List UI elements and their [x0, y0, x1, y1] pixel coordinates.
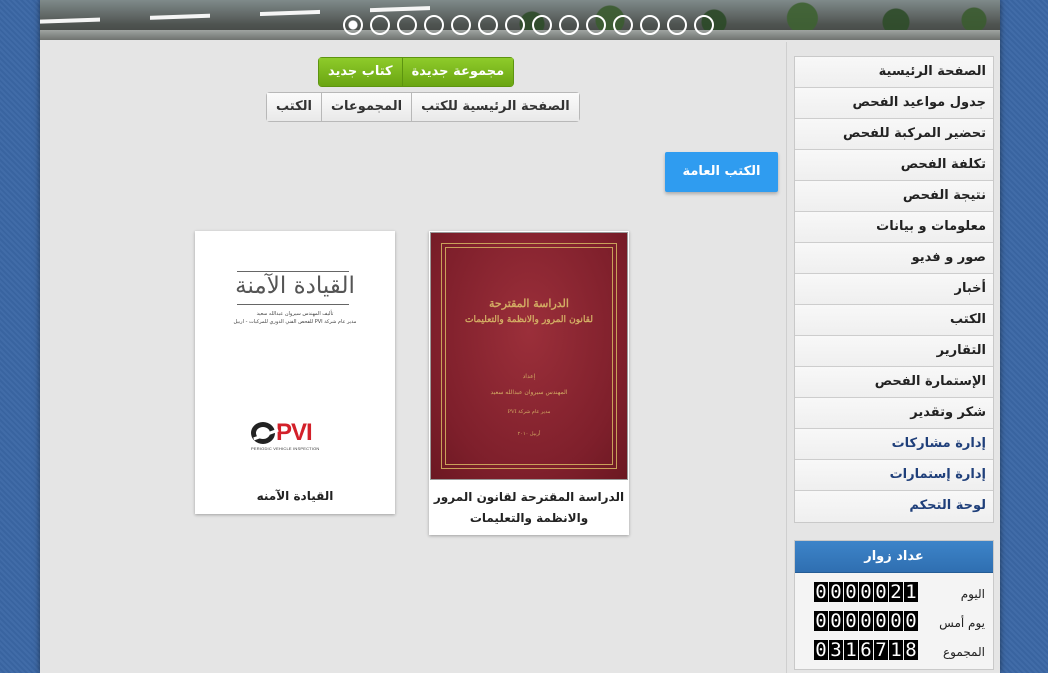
cover-text: تأليف المهندس سيروان عبدالله سعيد	[256, 311, 334, 317]
counter-digit: 0	[859, 610, 873, 632]
cover-rule	[237, 271, 349, 272]
pvi-logo-subtitle: PERIODIC VEHICLE INSPECTION	[251, 446, 320, 451]
visitor-counter-title: عداد زوار	[795, 541, 993, 573]
counter-digit: 0	[814, 581, 828, 603]
slide-dot[interactable]	[397, 15, 417, 35]
slide-dot[interactable]	[694, 15, 714, 35]
counter-digit: 0	[814, 610, 828, 632]
visitor-counter: عداد زوار اليوم 0000021 يوم أمس 0000000 …	[794, 540, 994, 670]
sidebar-item-reports[interactable]: التقارير	[795, 336, 993, 367]
book-cover-image[interactable]: الدراسة المقترحة لقانون المرور والانظمة …	[430, 232, 628, 480]
cover-title: القيادة الآمنة	[235, 273, 355, 299]
sidebar-item-inspection-result[interactable]: نتيجة الفحص	[795, 181, 993, 212]
counter-digit: 0	[874, 581, 888, 603]
cover-text: مدير عام شركة PVI	[507, 409, 551, 415]
sidebar-item-control-panel[interactable]: لوحة التحكم	[795, 491, 993, 522]
counter-digit: 7	[874, 639, 888, 661]
slide-dot[interactable]	[640, 15, 660, 35]
slideshow-pager	[343, 15, 714, 35]
pvi-logo: PVI	[251, 419, 313, 447]
sidebar-item-inspection-schedule[interactable]: جدول مواعيد الفحص	[795, 88, 993, 119]
counter-digit: 3	[829, 639, 843, 661]
counter-digits: 0000000	[814, 611, 918, 631]
groups-button[interactable]: المجموعات	[320, 92, 412, 122]
slide-dot[interactable]	[478, 15, 498, 35]
book-title[interactable]: الدراسة المقترحة لقانون المرور والانظمة …	[429, 487, 629, 529]
pvi-logo-mark	[251, 422, 275, 444]
slide-dot[interactable]	[343, 15, 363, 35]
counter-row-total: المجموع 0316718	[795, 635, 993, 664]
cover-text: مدير عام شركة PVI للفحص الفني الدوري للم…	[233, 319, 357, 325]
counter-label: المجموع	[943, 645, 985, 659]
counter-digit: 2	[889, 581, 903, 603]
new-actions-group: مجموعة جديدة كتاب جديد	[318, 57, 515, 87]
new-book-button[interactable]: كتاب جديد	[318, 57, 402, 87]
cover-text: إعداد	[522, 373, 536, 380]
books-button[interactable]: الكتب	[266, 92, 321, 122]
book-title[interactable]: القيادة الآمنه	[195, 486, 395, 507]
new-group-button[interactable]: مجموعة جديدة	[401, 57, 515, 87]
cover-rule	[237, 304, 349, 305]
counter-digit: 1	[904, 581, 918, 603]
slide-dot[interactable]	[532, 15, 552, 35]
counter-label: يوم أمس	[939, 616, 985, 630]
public-books-button[interactable]: الكتب العامة	[665, 152, 778, 192]
counter-digit: 0	[829, 581, 843, 603]
counter-digit: 6	[859, 639, 873, 661]
sidebar-item-news[interactable]: أخبار	[795, 274, 993, 305]
sidebar-item-inspection-form[interactable]: الإستمارة الفحص	[795, 367, 993, 398]
sidebar: الصفحة الرئيسية جدول مواعيد الفحص تحضير …	[786, 42, 1000, 673]
slide-dot[interactable]	[505, 15, 525, 35]
books-nav-group: الصفحة الرئيسية للكتب المجموعات الكتب	[266, 92, 580, 122]
cover-text: أربيل ٢٠١٠	[517, 431, 541, 437]
cover-title-line: لقانون المرور والانظمة والتعليمات	[465, 315, 593, 325]
slide-dot[interactable]	[370, 15, 390, 35]
books-home-button[interactable]: الصفحة الرئيسية للكتب	[411, 92, 580, 122]
counter-digit: 0	[889, 610, 903, 632]
sidebar-item-home[interactable]: الصفحة الرئيسية	[795, 57, 993, 88]
banner-slideshow	[40, 0, 1000, 40]
book-card[interactable]: الدراسة المقترحة لقانون المرور والانظمة …	[429, 231, 629, 535]
sidebar-menu: الصفحة الرئيسية جدول مواعيد الفحص تحضير …	[794, 56, 994, 523]
book-card[interactable]: القيادة الآمنة تأليف المهندس سيروان عبدا…	[195, 231, 395, 514]
page-container: مجموعة جديدة كتاب جديد الصفحة الرئيسية ل…	[40, 0, 1000, 673]
cover-text: المهندس سيروان عبدالله سعيد	[490, 389, 568, 396]
sidebar-item-photos-videos[interactable]: صور و فديو	[795, 243, 993, 274]
slide-dot[interactable]	[613, 15, 633, 35]
slide-dot[interactable]	[559, 15, 579, 35]
book-cover-image[interactable]: القيادة الآمنة تأليف المهندس سيروان عبدا…	[195, 231, 395, 481]
counter-label: اليوم	[960, 587, 985, 601]
counter-digit: 0	[829, 610, 843, 632]
counter-digits: 0316718	[814, 640, 918, 660]
counter-digit: 0	[814, 639, 828, 661]
counter-row-yesterday: يوم أمس 0000000	[795, 606, 993, 635]
sidebar-item-inspection-cost[interactable]: تكلفة الفحص	[795, 150, 993, 181]
counter-digit: 1	[889, 639, 903, 661]
pvi-logo-text: PVI	[276, 419, 313, 446]
sidebar-item-information[interactable]: معلومات و بيانات	[795, 212, 993, 243]
sidebar-item-manage-posts[interactable]: إدارة مشاركات	[795, 429, 993, 460]
counter-digit: 0	[844, 610, 858, 632]
counter-digits: 0000021	[814, 582, 918, 602]
slide-dot[interactable]	[424, 15, 444, 35]
counter-digit: 0	[859, 581, 873, 603]
counter-digit: 1	[844, 639, 858, 661]
counter-digit: 0	[844, 581, 858, 603]
slide-dot[interactable]	[586, 15, 606, 35]
sidebar-item-vehicle-preparation[interactable]: تحضير المركبة للفحص	[795, 119, 993, 150]
counter-digit: 8	[904, 639, 918, 661]
slide-dot[interactable]	[667, 15, 687, 35]
sidebar-item-manage-forms[interactable]: إدارة إستمارات	[795, 460, 993, 491]
counter-digit: 0	[874, 610, 888, 632]
sidebar-item-books[interactable]: الكتب	[795, 305, 993, 336]
slide-dot[interactable]	[451, 15, 471, 35]
cover-title-line: الدراسة المقترحة	[489, 297, 569, 310]
counter-row-today: اليوم 0000021	[795, 577, 993, 606]
counter-digit: 0	[904, 610, 918, 632]
sidebar-item-thanks[interactable]: شكر وتقدير	[795, 398, 993, 429]
